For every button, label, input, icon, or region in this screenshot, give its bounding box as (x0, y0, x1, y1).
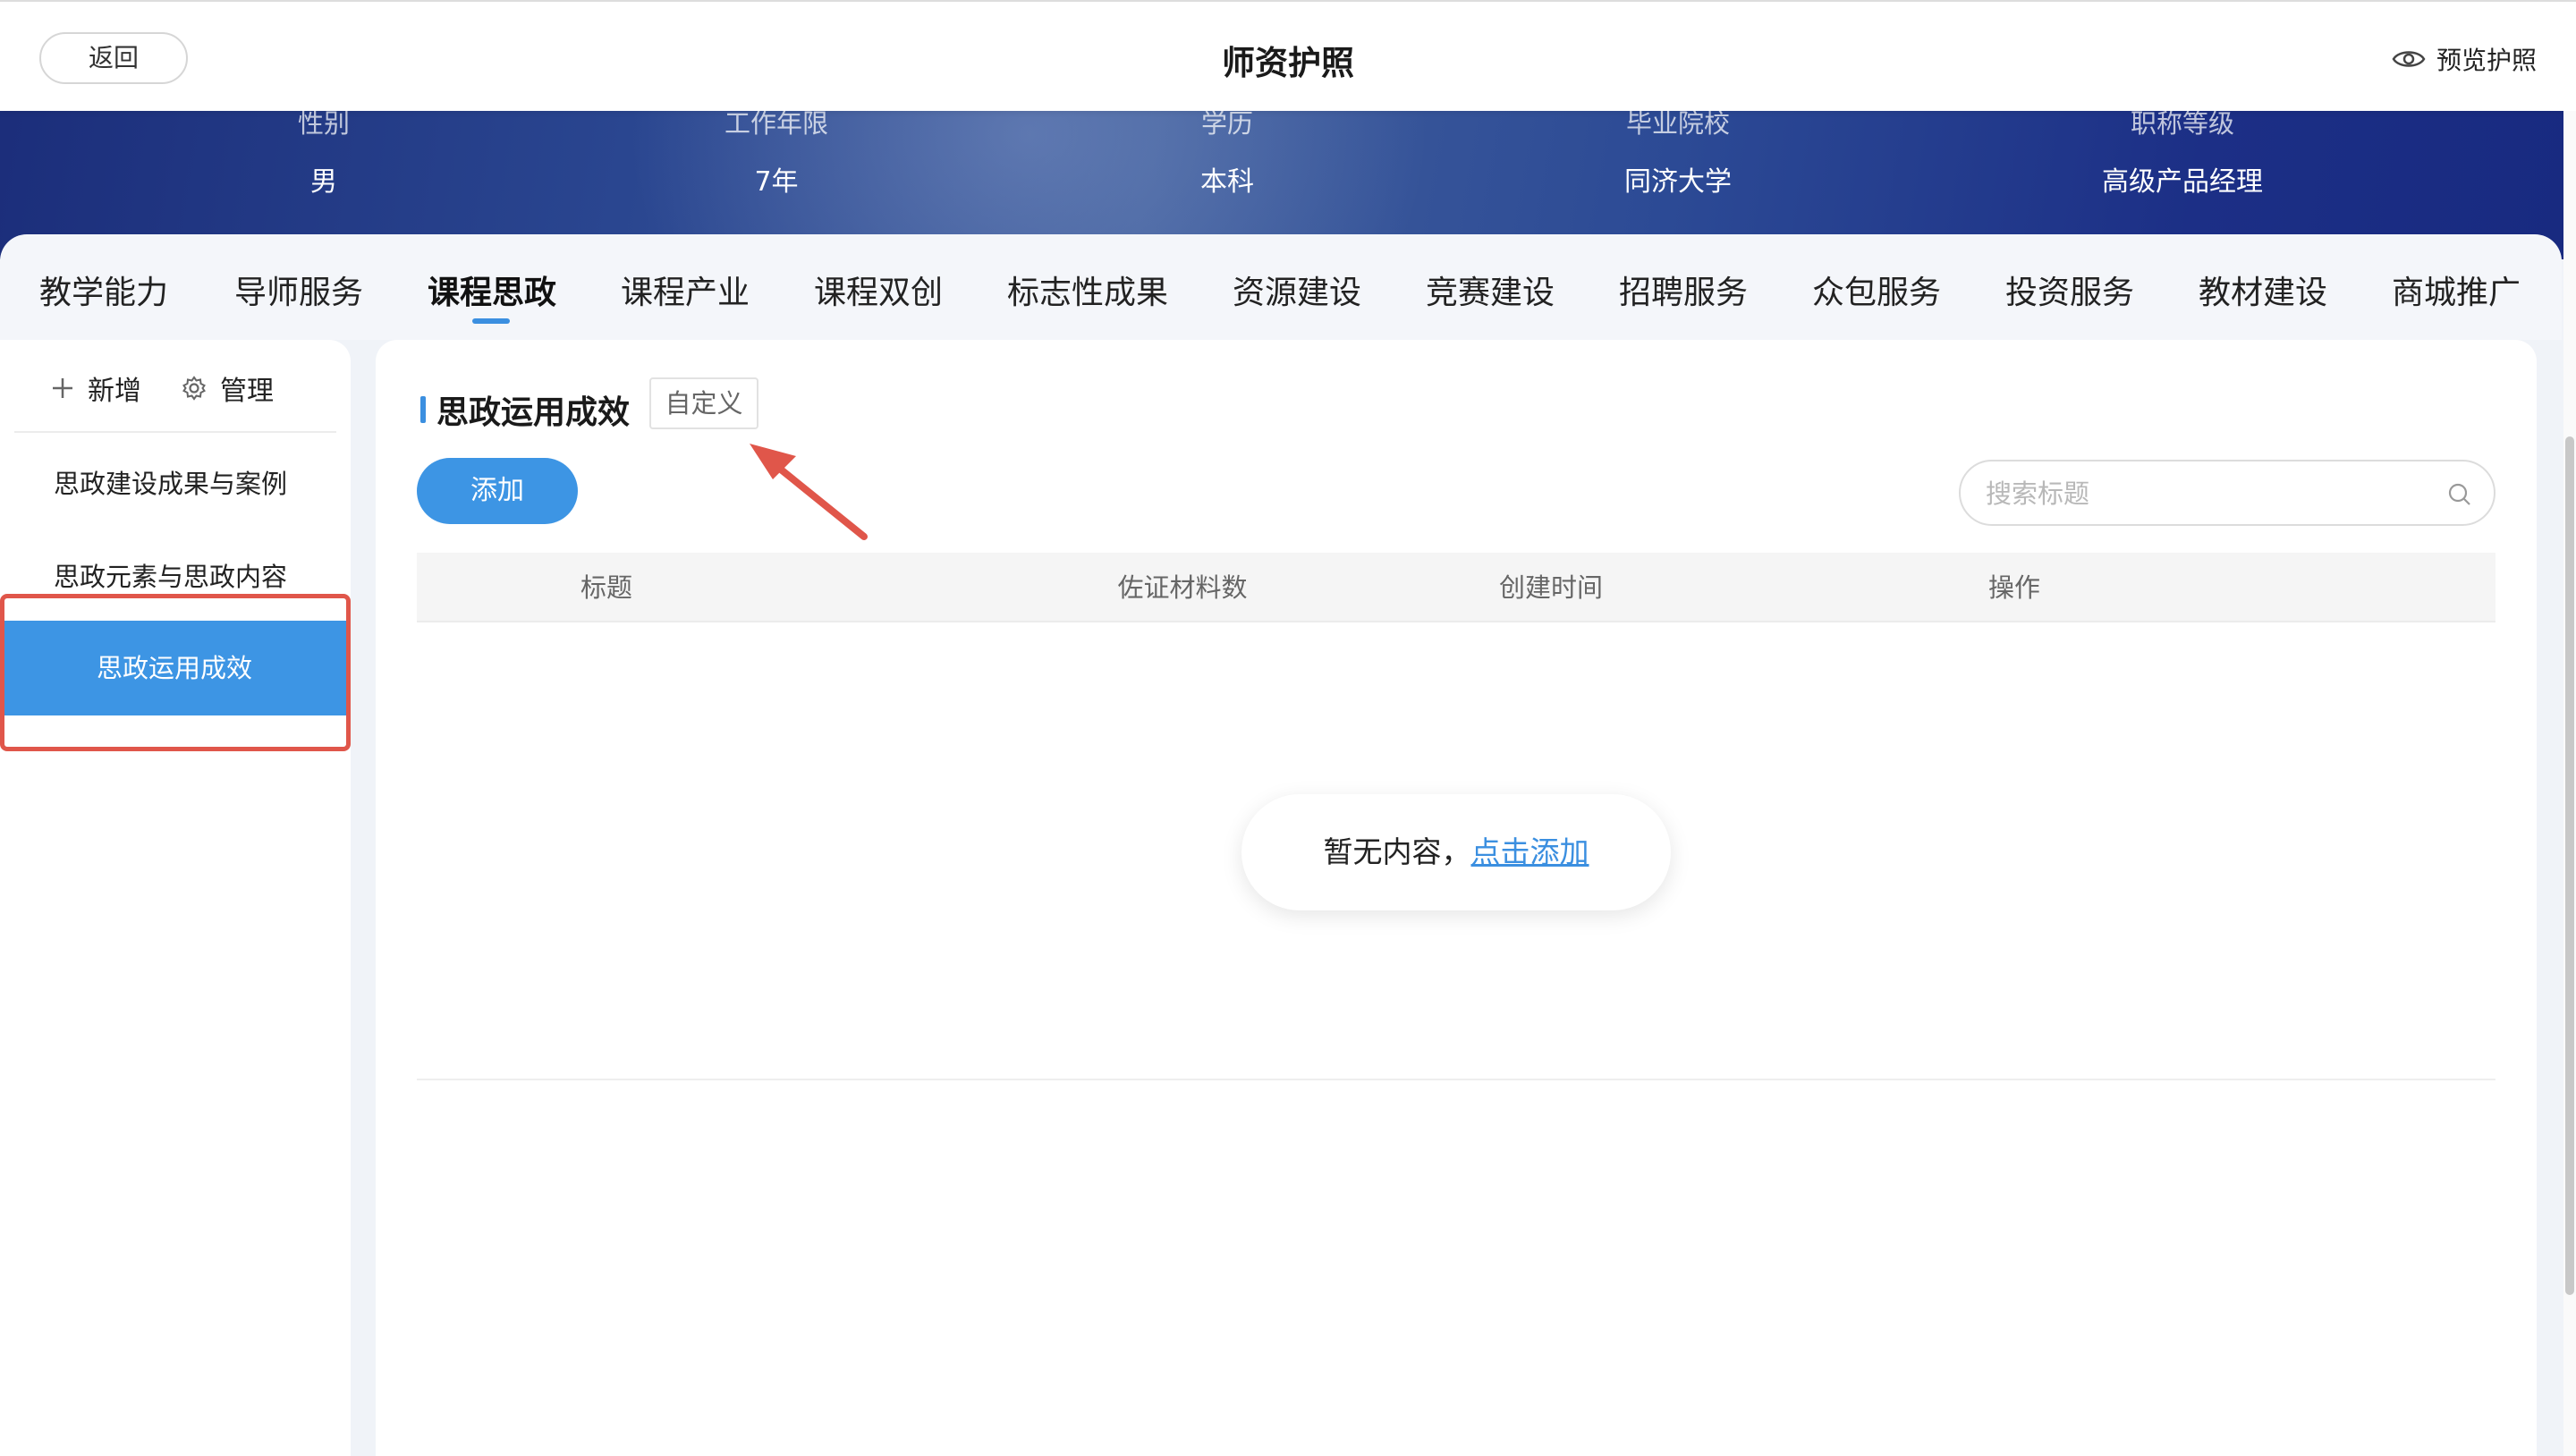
tab-crowdsourcing-service[interactable]: 众包服务 (1812, 267, 1941, 313)
plus-icon (53, 378, 72, 398)
add-category-label: 新增 (88, 376, 141, 407)
profile-field-title: 职称等级 高级产品经理 (2048, 106, 2317, 199)
tab-investment-service[interactable]: 投资服务 (2005, 267, 2134, 313)
profile-field-education: 学历 本科 (1093, 106, 1361, 199)
tab-resource-building[interactable]: 资源建设 (1233, 267, 1361, 313)
search-input[interactable] (1986, 474, 2433, 513)
click-to-add-link[interactable]: 点击添加 (1471, 834, 1589, 869)
profile-field-label: 学历 (1200, 108, 1253, 139)
profile-field-school: 毕业院校 同济大学 (1544, 106, 1812, 199)
manage-label: 管理 (220, 376, 274, 407)
sidebar: 新增 管理 思政建设成果与案例 思政元素与思政内容 思政运用成效 (0, 340, 351, 1456)
scrollbar-thumb[interactable] (2565, 436, 2574, 1295)
main-panel: 思政运用成效 自定义 添加 标题 佐证材料数 创建时间 操作 暂无内容，点击添加 (376, 340, 2537, 1456)
preview-passport-button[interactable]: 预览护照 (2392, 41, 2537, 77)
profile-field-label: 毕业院校 (1625, 108, 1730, 139)
sidebar-actions: 新增 管理 (50, 368, 313, 408)
profile-field-value: 本科 (1200, 166, 1254, 198)
search-icon[interactable] (2447, 482, 2472, 507)
tab-competition-building[interactable]: 竞赛建设 (1426, 267, 1555, 313)
annotation-highlight-box (0, 594, 351, 751)
preview-label: 预览护照 (2436, 46, 2537, 75)
red-arrow-icon (750, 444, 868, 540)
section-accent-bar (420, 396, 426, 423)
page-title: 师资护照 (1222, 44, 1354, 82)
table-bottom-border (417, 1079, 2496, 1080)
top-bar: 返回 师资护照 预览护照 (0, 0, 2576, 111)
eye-icon (2392, 51, 2426, 67)
profile-field-value: 7年 (754, 166, 799, 198)
sidebar-item-cases[interactable]: 思政建设成果与案例 (54, 463, 287, 501)
profile-field-value: 高级产品经理 (2102, 166, 2263, 198)
empty-text: 暂无内容， (1323, 834, 1471, 869)
empty-state: 暂无内容，点击添加 (1241, 794, 1671, 910)
tab-course-innovation[interactable]: 课程双创 (814, 267, 943, 313)
tab-landmark-results[interactable]: 标志性成果 (1007, 267, 1168, 313)
profile-field-value: 男 (310, 166, 337, 198)
profile-field-label: 性别 (297, 108, 350, 139)
active-tab-indicator (472, 318, 510, 324)
section-title: 思政运用成效 (436, 394, 631, 431)
profile-field-label: 工作年限 (724, 108, 828, 139)
gear-icon (182, 376, 206, 401)
column-header-actions: 操作 (1987, 572, 2040, 603)
tab-teaching-ability[interactable]: 教学能力 (39, 267, 168, 313)
search-box (1959, 460, 2496, 526)
sidebar-item-elements[interactable]: 思政元素与思政内容 (54, 556, 287, 594)
column-header-created-time: 创建时间 (1498, 572, 1603, 603)
customize-button[interactable]: 自定义 (649, 377, 758, 429)
add-category-button[interactable]: 新增 (50, 368, 141, 408)
add-button[interactable]: 添加 (417, 458, 578, 524)
column-header-evidence-count: 佐证材料数 (1117, 572, 1248, 603)
tab-mentor-service[interactable]: 导师服务 (234, 267, 363, 313)
manage-button[interactable]: 管理 (181, 368, 274, 408)
profile-field-years: 工作年限 7年 (642, 106, 911, 199)
tab-mall-promotion[interactable]: 商城推广 (2392, 267, 2521, 313)
profile-field-label: 职称等级 (2130, 108, 2234, 139)
tab-course-industry[interactable]: 课程产业 (621, 267, 750, 313)
tab-recruitment-service[interactable]: 招聘服务 (1619, 267, 1748, 313)
tab-course-ideology[interactable]: 课程思政 (428, 267, 556, 313)
sidebar-divider (14, 431, 336, 433)
table-header: 标题 佐证材料数 创建时间 操作 (417, 553, 2496, 622)
category-tabs: 教学能力 导师服务 课程思政 课程产业 课程双创 标志性成果 资源建设 竞赛建设… (0, 234, 2562, 340)
profile-field-gender: 性别 男 (190, 106, 458, 199)
profile-field-value: 同济大学 (1624, 166, 1732, 198)
section-heading: 思政运用成效 (420, 386, 630, 433)
column-header-title: 标题 (580, 572, 632, 603)
tab-textbook-building[interactable]: 教材建设 (2199, 267, 2327, 313)
